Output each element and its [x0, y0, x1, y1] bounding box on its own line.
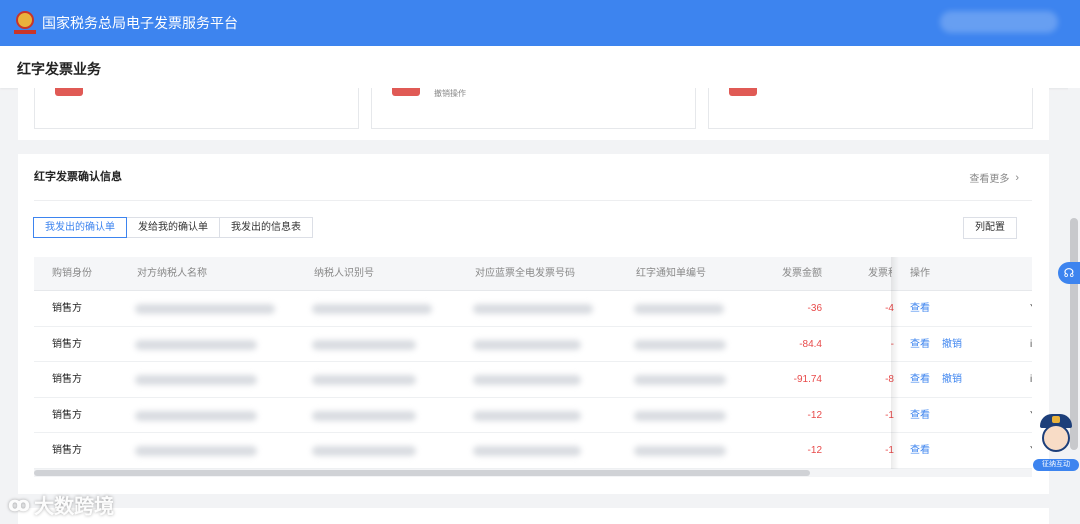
view-more-label: 查看更多: [969, 174, 1010, 185]
cell-tax: -8: [885, 374, 894, 385]
revoke-button[interactable]: 撤销: [942, 362, 962, 397]
view-button[interactable]: 查看: [910, 291, 930, 326]
cell-tax: -1: [885, 445, 894, 456]
cell-edge: i: [1030, 374, 1032, 385]
cell-notice-no-masked: [634, 375, 726, 385]
cell-counterparty-masked: [135, 339, 257, 350]
divider: [34, 200, 1032, 201]
cell-taxpayer-id-masked: [312, 375, 416, 385]
scrollbar-thumb[interactable]: [34, 470, 810, 476]
cell-edge: Y: [1030, 398, 1032, 433]
feature-card-sub: 撤销操作: [434, 89, 466, 98]
cell-tax: -1: [885, 409, 894, 421]
cell-counterparty-masked: [135, 304, 275, 314]
chevron-right-icon: ›: [1015, 171, 1019, 184]
header-tax: 发票税额: [868, 268, 892, 279]
cell-amount: -36: [807, 303, 822, 314]
table-row: 销售方 -84.4 - 查看 撤销 i: [34, 326, 1032, 362]
view-button[interactable]: 查看: [910, 398, 930, 433]
cell-edge: Y: [1030, 291, 1032, 326]
view-button[interactable]: 查看: [910, 362, 930, 397]
tax-emblem-icon: [14, 11, 36, 35]
view-more-link[interactable]: 查看更多 ›: [969, 170, 1019, 186]
watermark: ꝏ 大数跨境: [8, 490, 114, 519]
page-header: 红字发票业务: [0, 46, 1080, 88]
cell-taxpayer-id-masked: [312, 304, 432, 314]
table-row: 销售方 -36 -4 查看 Y: [34, 291, 1032, 327]
user-info[interactable]: [940, 11, 1058, 33]
fixed-column-shadow: [891, 257, 899, 469]
feature-card-3[interactable]: [708, 88, 1033, 129]
tab-confirmations-to-me[interactable]: 发给我的确认单: [126, 217, 220, 238]
portal-title: 国家税务总局电子发票服务平台: [42, 15, 238, 31]
table-row: 销售方 -91.74 -8 查看 撤销 i: [34, 362, 1032, 398]
table-row: 销售方 -12 -1 查看 Y: [34, 397, 1032, 433]
header-role: 购销身份: [52, 268, 92, 279]
header-counterparty: 对方纳税人名称: [137, 268, 207, 279]
cell-notice-no-masked: [634, 339, 726, 350]
cell-role: 销售方: [52, 409, 82, 421]
red-invoice-confirm-card: 红字发票确认信息 查看更多 › 我发出的确认单 发给我的确认单 我发出的信息表 …: [18, 154, 1049, 494]
cell-amount: -91.74: [793, 374, 822, 385]
mascot-icon[interactable]: [1034, 412, 1078, 458]
tab-my-issued-confirmations[interactable]: 我发出的确认单: [33, 217, 127, 238]
table-horizontal-scrollbar[interactable]: [34, 469, 1032, 477]
cell-invoice-no-masked: [473, 375, 581, 385]
cell-invoice-no-masked: [473, 304, 593, 314]
cell-notice-no-masked: [634, 410, 726, 421]
section-title: 红字发票确认信息: [34, 171, 122, 183]
cell-amount: -12: [807, 445, 822, 456]
cell-role: 销售方: [52, 374, 82, 385]
feature-cards: 撤销操作: [18, 88, 1049, 140]
tab-group: 我发出的确认单 发给我的确认单 我发出的信息表: [33, 217, 313, 238]
watermark-logo-icon: ꝏ: [8, 494, 31, 516]
tab-my-issued-info-forms[interactable]: 我发出的信息表: [219, 217, 313, 238]
cell-notice-no-masked: [634, 304, 724, 314]
feature-card-1[interactable]: [34, 88, 359, 129]
cell-invoice-no-masked: [473, 410, 581, 421]
header-taxpayer-id: 纳税人识别号: [314, 268, 374, 279]
header-amount: 发票金额: [782, 268, 822, 279]
column-config-button[interactable]: 列配置: [963, 217, 1017, 239]
headset-icon[interactable]: ☊: [1058, 262, 1080, 284]
feature-icon: [392, 88, 420, 96]
feature-icon: [729, 88, 757, 96]
cell-invoice-no-masked: [473, 339, 581, 350]
interact-button[interactable]: 征纳互动: [1033, 459, 1079, 471]
feature-card-2[interactable]: 撤销操作: [371, 88, 696, 129]
cell-edge: Y: [1030, 433, 1032, 468]
cell-tax: -: [862, 327, 894, 362]
table-row: 销售方 -12 -1 查看 Y: [34, 433, 1032, 469]
cell-taxpayer-id-masked: [312, 339, 416, 350]
view-button[interactable]: 查看: [910, 433, 930, 468]
cell-amount: -84.4: [799, 338, 822, 350]
header-actions: 操作: [910, 268, 930, 279]
feature-icon: [55, 88, 83, 96]
cell-counterparty-masked: [135, 446, 257, 456]
cell-counterparty-masked: [135, 410, 257, 421]
cell-role: 销售方: [52, 445, 82, 456]
confirm-table: 购销身份 对方纳税人名称 纳税人识别号 对应蓝票全电发票号码 红字通知单编号 发…: [34, 257, 1032, 469]
cell-tax: -4: [885, 303, 894, 314]
cell-notice-no-masked: [634, 446, 726, 456]
header-red-notice-no: 红字通知单编号: [636, 268, 706, 279]
header-blue-invoice-no: 对应蓝票全电发票号码: [475, 268, 575, 279]
watermark-text: 大数跨境: [34, 496, 115, 518]
table-header: 购销身份 对方纳税人名称 纳税人识别号 对应蓝票全电发票号码 红字通知单编号 发…: [34, 257, 1032, 291]
view-button[interactable]: 查看: [910, 327, 930, 362]
cell-role: 销售方: [52, 303, 82, 314]
cell-invoice-no-masked: [473, 446, 581, 456]
revoke-button[interactable]: 撤销: [942, 327, 962, 362]
cell-edge: i: [1030, 338, 1032, 350]
cell-role: 销售方: [52, 338, 82, 350]
cell-taxpayer-id-masked: [312, 446, 416, 456]
cell-amount: -12: [807, 409, 822, 421]
cell-counterparty-masked: [135, 375, 257, 385]
cell-taxpayer-id-masked: [312, 410, 416, 421]
page-title: 红字发票业务: [17, 61, 101, 77]
top-bar: 国家税务总局电子发票服务平台: [0, 0, 1080, 46]
next-card: [18, 508, 1049, 524]
